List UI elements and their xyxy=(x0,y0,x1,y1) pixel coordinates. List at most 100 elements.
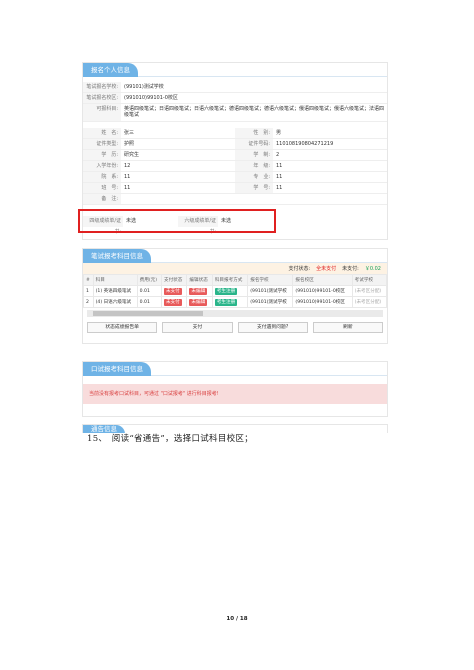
row-pay-cell: 未支付 xyxy=(160,285,188,297)
field-label: 姓 名: xyxy=(83,128,121,138)
col-header: 支付状态 xyxy=(160,274,188,286)
field-remark: 备 注: xyxy=(83,194,387,205)
field-major: 专 业: 11 xyxy=(235,172,387,183)
campus-label: 笔试报名校区: xyxy=(83,93,121,103)
field-label: 学 历: xyxy=(83,150,121,160)
field-value: 张三 xyxy=(124,130,135,136)
refresh-button[interactable]: 刷新 xyxy=(312,322,383,333)
pay-button[interactable]: 支付 xyxy=(162,322,233,333)
row-mode-cell: 考生注册 xyxy=(211,296,249,308)
col-header: 报名校区 xyxy=(292,274,353,286)
payment-summary: 支付状态: 全未支付 未支付: ￥0.02 xyxy=(83,263,387,274)
highlight-box xyxy=(78,209,276,233)
col-header: 编辑状态 xyxy=(186,274,213,286)
table-header-row: # 科目 费用(元) 支付状态 编辑状态 科目报考方式 报名学校 报名校区 考试… xyxy=(83,274,388,286)
field-label: 证件类型: xyxy=(83,139,121,149)
amount-label: 未支付: xyxy=(342,266,359,272)
row-mode-cell: 考生注册 xyxy=(211,285,249,297)
field-label: 入学年份: xyxy=(83,161,121,171)
field-value: 11 xyxy=(124,185,131,191)
field-label: 专 业: xyxy=(235,172,273,182)
field-value: 研究生 xyxy=(124,152,140,158)
field-label: 备 注: xyxy=(83,194,121,204)
written-actions: 状态成绩报告单 支付 支付遇到问题? 刷新 xyxy=(83,319,387,336)
col-header: 报名学校 xyxy=(247,274,294,286)
col-header: 科目报考方式 xyxy=(211,274,249,286)
field-department: 院 系: 11 xyxy=(83,172,235,183)
field-label: 年 级: xyxy=(235,161,273,171)
row-school: (99101)测试学校 xyxy=(247,285,294,297)
subjects-row: 可报科目: 英语四级笔试；日语四级笔试；日语六级笔试；德语四级笔试；德语六级笔试… xyxy=(83,104,387,122)
row-edit-cell: 未编辑 xyxy=(186,285,213,297)
edit-status-badge: 未编辑 xyxy=(189,298,208,306)
field-value: 2 xyxy=(276,152,280,158)
personal-fields: 姓 名: 张三 性 别: 男 证件类型: 护照 证件号码: 11010819080427… xyxy=(83,128,387,205)
score-report-button[interactable]: 状态成绩报告单 xyxy=(87,322,158,333)
field-label: 学 号: xyxy=(235,183,273,193)
field-label: 学 制: xyxy=(235,150,273,160)
horizontal-scrollbar[interactable] xyxy=(87,310,383,317)
field-value: 护照 xyxy=(124,141,135,147)
row-exam-school: (未考区分配) xyxy=(351,296,388,308)
field-id-type: 证件类型: 护照 xyxy=(83,139,235,150)
field-value: 12 xyxy=(124,163,131,169)
campus-row: 笔试报名校区: (991010)99101-0校区 xyxy=(83,93,387,104)
written-exam-table: # 科目 费用(元) 支付状态 编辑状态 科目报考方式 报名学校 报名校区 考试… xyxy=(83,274,388,308)
field-label: 院 系: xyxy=(83,172,121,182)
field-value: 11 xyxy=(124,174,131,180)
field-program-length: 学 制: 2 xyxy=(235,150,387,161)
row-fee: 0.01 xyxy=(136,296,162,308)
subjects-label: 可报科目: xyxy=(83,104,121,121)
row-pay-cell: 未支付 xyxy=(160,296,188,308)
personal-info-title: 报名个人信息 xyxy=(83,63,138,77)
payment-help-button[interactable]: 支付遇到问题? xyxy=(237,322,308,333)
field-student-id: 学 号: 11 xyxy=(235,183,387,194)
subjects-value: 英语四级笔试；日语四级笔试；日语六级笔试；德语四级笔试；德语六级笔试；俄语四级笔… xyxy=(124,106,385,118)
field-label: 性 别: xyxy=(235,128,273,138)
field-label: 证件号码: xyxy=(235,139,273,149)
written-exam-header: 笔试报考科目信息 xyxy=(83,249,387,263)
field-label: 班 号: xyxy=(83,183,121,193)
col-header: 费用(元) xyxy=(136,274,162,286)
pay-status-badge: 未支付 xyxy=(163,298,182,306)
row-edit-cell: 未编辑 xyxy=(186,296,213,308)
table-row[interactable]: 2 (4) 日语六级笔试 0.01 未支付 未编辑 考生注册 (99101)测试… xyxy=(83,296,388,308)
scrollbar-thumb[interactable] xyxy=(93,311,203,316)
mode-badge: 考生注册 xyxy=(214,298,238,306)
amount-value: ￥0.02 xyxy=(364,266,381,272)
school-value: (99101)测试学校 xyxy=(124,84,164,90)
written-exam-panel: 笔试报考科目信息 支付状态: 全未支付 未支付: ￥0.02 # 科目 费用(元… xyxy=(82,248,388,344)
school-row: 笔试报名学校: (99101)测试学校 xyxy=(83,82,387,93)
field-education: 学 历: 研究生 xyxy=(83,150,235,161)
mode-badge: 考生注册 xyxy=(214,287,238,295)
field-value: 11 xyxy=(276,163,283,169)
field-enroll-year: 入学年份: 12 xyxy=(83,161,235,172)
field-name: 姓 名: 张三 xyxy=(83,128,235,139)
campus-value: (991010)99101-0校区 xyxy=(124,95,178,101)
field-gender: 性 别: 男 xyxy=(235,128,387,139)
oral-exam-title: 口试报考科目信息 xyxy=(83,362,151,376)
school-label: 笔试报名学校: xyxy=(83,82,121,92)
row-exam-school: (未考区分配) xyxy=(351,285,388,297)
row-number: 2 xyxy=(83,296,94,308)
pay-status-label: 支付状态: xyxy=(288,266,311,272)
field-value: 男 xyxy=(276,130,282,136)
field-class: 班 号: 11 xyxy=(83,183,235,194)
row-number: 1 xyxy=(83,285,94,297)
col-header: 考试学校 xyxy=(351,274,388,286)
row-subject: (4) 日语六级笔试 xyxy=(92,296,138,308)
edit-status-badge: 未编辑 xyxy=(189,287,208,295)
pay-status-badge: 未支付 xyxy=(163,287,182,295)
table-row[interactable]: 1 (1) 英语四级笔试 0.01 未支付 未编辑 考生注册 (99101)测试… xyxy=(83,285,388,297)
oral-exam-header: 口试报考科目信息 xyxy=(83,362,387,376)
field-id-number: 证件号码: 110108190804271219 xyxy=(235,139,387,150)
oral-exam-panel: 口试报考科目信息 当前没有报考口试科目，可通过 "口试报考" 进行科目报考! xyxy=(82,361,388,417)
field-grade: 年 级: 11 xyxy=(235,161,387,172)
pay-status-value: 全未支付 xyxy=(316,266,337,272)
oral-exam-notice: 当前没有报考口试科目，可通过 "口试报考" 进行科目报考! xyxy=(83,384,387,404)
personal-info-header: 报名个人信息 xyxy=(83,63,387,77)
field-value: 110108190804271219 xyxy=(276,141,334,147)
col-header: # xyxy=(83,274,94,286)
field-value: 11 xyxy=(276,185,283,191)
field-value: 11 xyxy=(276,174,283,180)
